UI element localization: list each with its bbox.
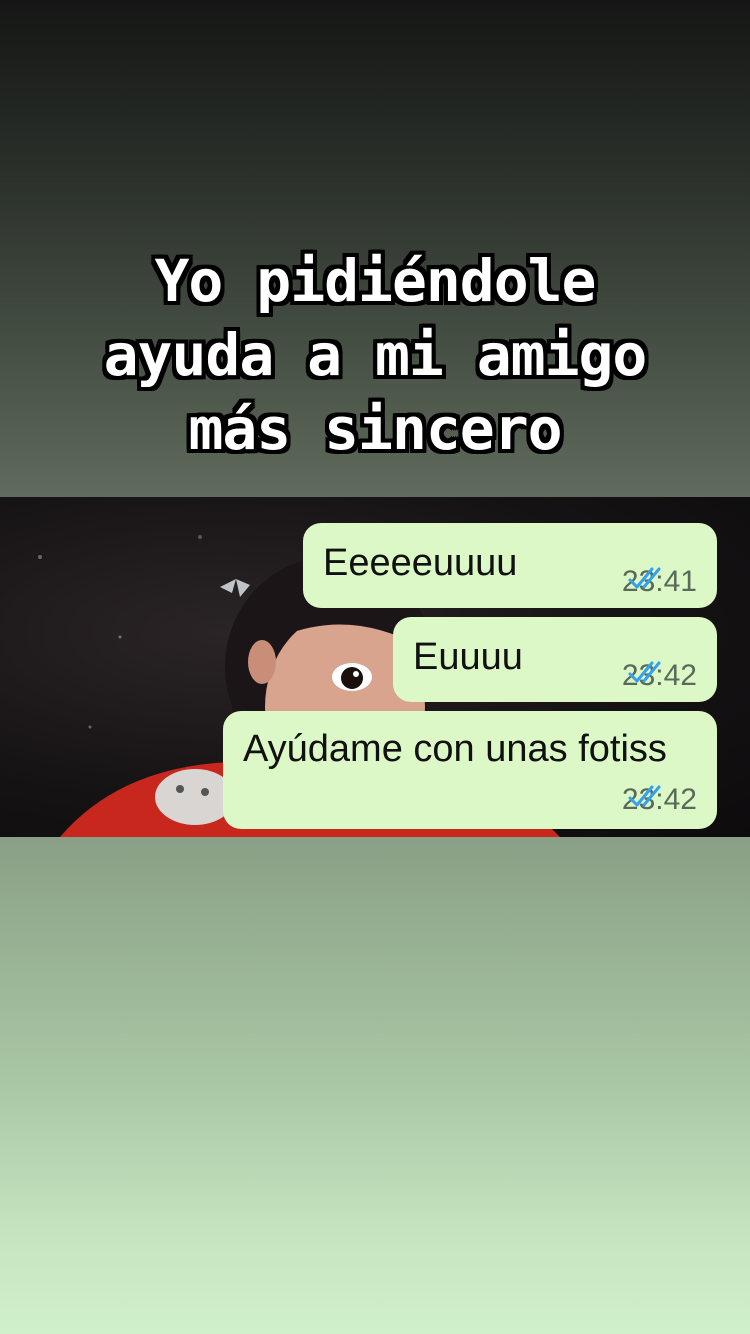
caption-line-3: más sincero: [188, 395, 562, 463]
read-double-check-icon: [628, 567, 661, 589]
message-text: Ayúdame con unas fotiss: [243, 728, 667, 770]
read-double-check-icon: [628, 785, 661, 807]
message-meta: 23:41: [622, 565, 697, 599]
message-meta: 23:42: [622, 783, 697, 817]
message-bubble[interactable]: Eeeeeuuuu 23:41: [303, 523, 717, 608]
message-bubble[interactable]: Ayúdame con unas fotiss 23:42: [223, 711, 717, 829]
message-text: Euuuu: [413, 636, 523, 678]
background-photo: Eeeeeuuuu 23:41 Euuuu 23:42 Ayúdame con …: [0, 497, 750, 837]
meme-caption: Yo pidiéndole ayuda a mi amigo más since…: [0, 244, 750, 466]
message-meta: 23:42: [622, 659, 697, 693]
read-double-check-icon: [628, 661, 661, 683]
caption-line-2: ayuda a mi amigo: [103, 321, 648, 389]
message-bubble[interactable]: Euuuu 23:42: [393, 617, 717, 702]
caption-line-1: Yo pidiéndole: [154, 247, 597, 315]
message-text: Eeeeeuuuu: [323, 542, 518, 584]
